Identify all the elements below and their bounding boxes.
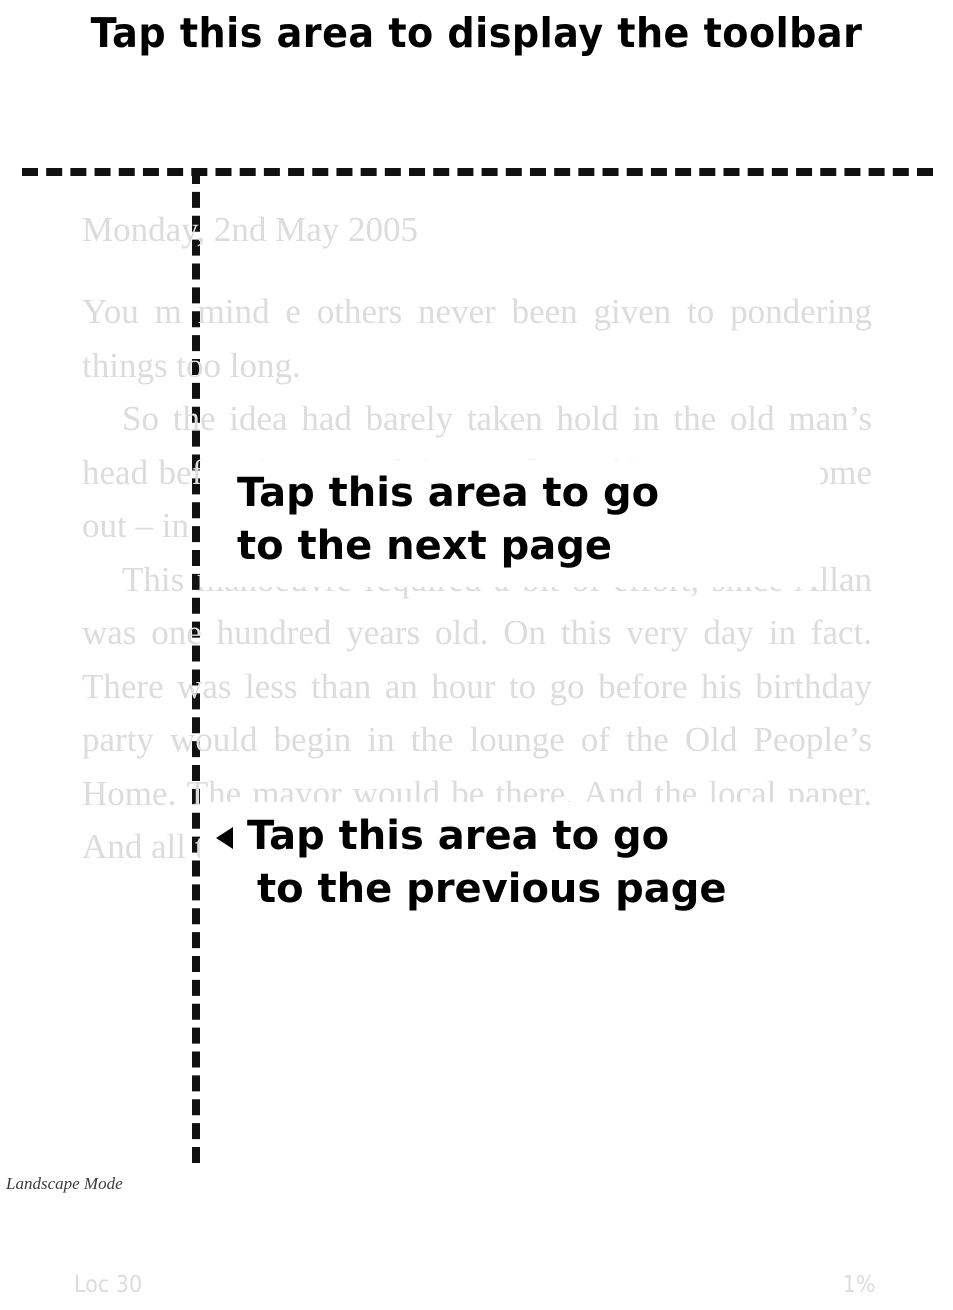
next-page-hint-line-2: to the next page — [237, 523, 613, 569]
status-progress-percent: 1% — [842, 1272, 875, 1298]
status-location: Loc 30 — [74, 1272, 143, 1298]
reader-page[interactable]: Monday, 2nd May 2005 You m mind e others… — [0, 172, 953, 1298]
previous-page-hint-line-2: to the previous page — [257, 866, 727, 912]
book-paragraph: You m mind e others never been given to … — [82, 292, 872, 385]
previous-page-tap-hint[interactable]: Tap this area to go to the previous page — [200, 802, 840, 932]
orientation-mode-caption: Landscape Mode — [6, 1174, 123, 1193]
toolbar-tap-hint[interactable]: Tap this area to display the toolbar — [33, 6, 919, 60]
previous-page-hint-row: Tap this area to go — [200, 810, 840, 863]
reader-status-bar: Loc 30 1% — [0, 1270, 953, 1310]
next-page-hint-line-1: Tap this area to go — [237, 470, 660, 516]
book-date-heading: Monday, 2nd May 2005 — [82, 210, 419, 249]
next-page-tap-hint[interactable]: Tap this area to go to the next page — [200, 460, 820, 587]
triangle-left-icon — [216, 827, 233, 849]
previous-page-hint-line-1: Tap this area to go — [247, 813, 670, 859]
